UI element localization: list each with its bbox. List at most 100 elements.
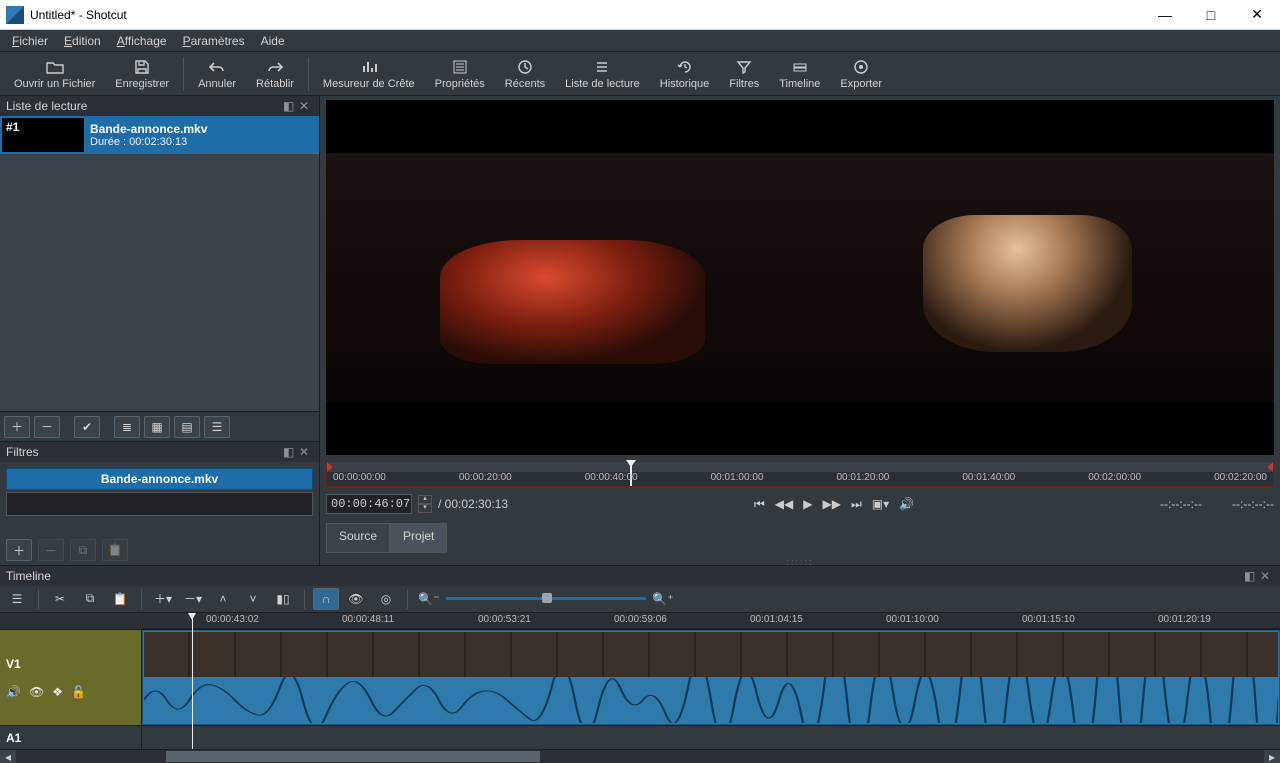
export-button[interactable]: Exporter [830,56,892,92]
track-v1[interactable] [142,629,1280,725]
titlebar: Untitled* - Shotcut — □ ✕ [0,0,1280,30]
hide-icon[interactable]: 👁 [29,685,44,699]
playlist-header: Liste de lecture ◧ ✕ [0,96,319,116]
undo-icon [208,58,226,76]
tab-project[interactable]: Projet [390,523,447,553]
remove-button[interactable]: －▾ [180,588,206,610]
undock-icon[interactable]: ◧ [1244,569,1258,583]
overwrite-button[interactable]: ˅ [240,588,266,610]
append-button[interactable]: ＋▾ [150,588,176,610]
scrub-bar[interactable]: 00:00:00:00 00:00:20:00 00:00:40:00 00:0… [326,461,1274,487]
playlist-view-detail-button[interactable]: ▤ [174,416,200,438]
timeline-clip[interactable] [142,630,1280,725]
close-panel-icon[interactable]: ✕ [299,445,313,459]
zoom-slider[interactable] [446,597,646,600]
volume-button[interactable]: 🔊 [899,497,914,511]
scroll-right-button[interactable]: ▸ [1264,750,1280,763]
zoom-out-button[interactable]: 🔍⁻ [416,588,442,610]
menu-edition[interactable]: Edition [56,32,109,50]
paste-button[interactable]: 📋 [107,588,133,610]
current-timecode[interactable]: 00:00:46:07 [326,494,412,514]
playlist-item-duration: Durée : 00:02:30:13 [90,136,207,148]
properties-icon [451,58,469,76]
redo-button[interactable]: Rétablir [246,56,304,92]
zoom-menu-button[interactable]: ▣▾ [872,497,889,511]
filters-header: Filtres ◧ ✕ [0,442,319,462]
maximize-button[interactable]: □ [1188,0,1234,29]
save-button[interactable]: Enregistrer [105,56,179,92]
playlist-check-button[interactable]: ✔ [74,416,100,438]
timeline-button[interactable]: Timeline [769,56,830,92]
scroll-left-button[interactable]: ◂ [0,750,16,763]
close-button[interactable]: ✕ [1234,0,1280,29]
playlist-button[interactable]: Liste de lecture [555,56,650,92]
menu-fichier[interactable]: FFichierichier [4,32,56,50]
filter-remove-button[interactable]: － [38,539,64,561]
filters-clip-name[interactable]: Bande-annonce.mkv [6,468,313,490]
scrub-toggle-button[interactable]: 👁 [343,588,369,610]
timeline-ruler[interactable]: 00:00:43:02 00:00:48:11 00:00:53:21 00:0… [142,613,1280,629]
forward-button[interactable]: ▶▶ [823,497,841,511]
menu-aide[interactable]: Aide [253,32,293,50]
composite-icon[interactable]: ❖ [52,685,63,699]
menu-affichage[interactable]: Affichage [109,32,175,50]
timeline-hscroll[interactable]: ◂ ▸ [0,749,1280,763]
save-icon [133,58,151,76]
history-icon [676,58,694,76]
panel-gripper[interactable]: :::::: [320,557,1280,565]
copy-button[interactable]: ⧉ [77,588,103,610]
undock-icon[interactable]: ◧ [283,99,297,113]
filter-add-button[interactable]: ＋ [6,539,32,561]
play-button[interactable]: ▶ [803,497,812,511]
zoom-in-button[interactable]: 🔍⁺ [650,588,676,610]
skip-start-button[interactable]: ⏮ [754,497,765,512]
lock-icon[interactable]: 🔓 [71,685,86,699]
close-panel-icon[interactable]: ✕ [1260,569,1274,583]
filter-paste-button[interactable]: 📋 [102,539,128,561]
total-duration: / 00:02:30:13 [438,497,508,511]
recent-button[interactable]: Récents [495,56,555,92]
undo-button[interactable]: Annuler [188,56,246,92]
snap-button[interactable]: ∩ [313,588,339,610]
minimize-button[interactable]: — [1142,0,1188,29]
timeline-menu-button[interactable]: ☰ [4,588,30,610]
close-panel-icon[interactable]: ✕ [299,99,313,113]
playlist-remove-button[interactable]: － [34,416,60,438]
scroll-thumb[interactable] [166,751,540,762]
filter-copy-button[interactable]: ⧉ [70,539,96,561]
playlist-body[interactable]: #1 Bande-annonce.mkv Durée : 00:02:30:13 [0,116,319,411]
redo-icon [266,58,284,76]
filters-list[interactable] [6,492,313,516]
timeline-icon [791,58,809,76]
video-preview[interactable] [326,100,1274,455]
undock-icon[interactable]: ◧ [283,445,297,459]
playlist-view-list-button[interactable]: ≣ [114,416,140,438]
history-button[interactable]: Historique [650,56,720,92]
skip-end-button[interactable]: ⏭ [851,497,862,512]
ripple-button[interactable]: ◎ [373,588,399,610]
track-header-v1[interactable]: V1 🔊 👁 ❖ 🔓 [0,629,142,725]
track-header-a1[interactable]: A1 [0,725,142,749]
filters-button[interactable]: Filtres [719,56,769,92]
timecode-spinner[interactable]: ▴▾ [418,495,432,513]
menu-parametres[interactable]: Paramètres [175,32,253,50]
playlist-add-button[interactable]: ＋ [4,416,30,438]
rewind-button[interactable]: ◀◀ [775,497,793,511]
tab-source[interactable]: Source [326,523,390,553]
playlist-title: Liste de lecture [6,99,87,113]
playlist-item[interactable]: #1 Bande-annonce.mkv Durée : 00:02:30:13 [0,116,319,154]
timeline-title: Timeline [6,569,51,583]
playlist-toolbar: ＋ － ✔ ≣ ▦ ▤ ☰ [0,411,319,441]
cut-button[interactable]: ✂ [47,588,73,610]
properties-button[interactable]: Propriétés [425,56,495,92]
lift-button[interactable]: ˄ [210,588,236,610]
track-a1[interactable] [142,725,1280,749]
playlist-view-tiles-button[interactable]: ▦ [144,416,170,438]
mute-icon[interactable]: 🔊 [6,685,21,699]
split-button[interactable]: ▮▯ [270,588,296,610]
filters-title: Filtres [6,445,39,459]
peak-meter-button[interactable]: Mesureur de Crête [313,56,425,92]
playlist-menu-button[interactable]: ☰ [204,416,230,438]
timeline-playhead[interactable] [192,613,193,749]
open-file-button[interactable]: Ouvrir un Fichier [4,56,105,92]
